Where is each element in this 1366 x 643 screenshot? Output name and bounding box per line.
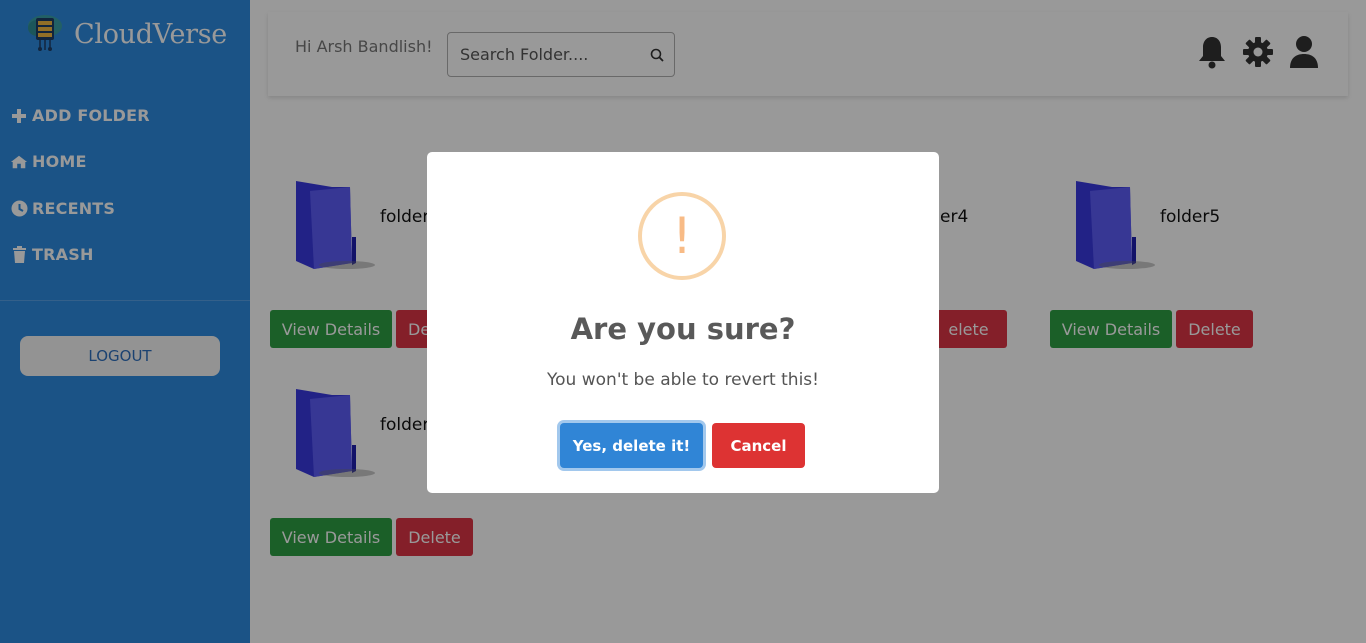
warning-icon: !: [638, 192, 726, 280]
confirm-delete-button[interactable]: Yes, delete it!: [560, 423, 703, 468]
confirm-dialog: ! Are you sure? You won't be able to rev…: [427, 152, 939, 493]
cancel-button[interactable]: Cancel: [712, 423, 805, 468]
dialog-message: You won't be able to revert this!: [547, 370, 819, 390]
dialog-title: Are you sure?: [570, 312, 796, 346]
